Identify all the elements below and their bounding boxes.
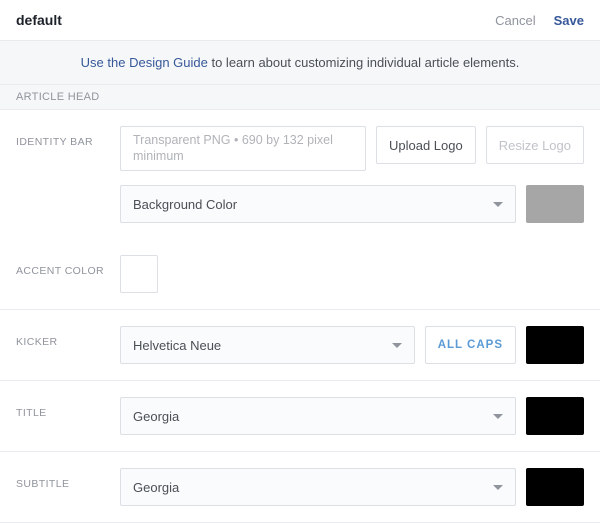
upload-logo-button[interactable]: Upload Logo: [376, 126, 476, 164]
caret-down-icon: [493, 485, 503, 490]
caret-down-icon: [493, 202, 503, 207]
title-font-value: Georgia: [133, 409, 179, 424]
caret-down-icon: [392, 343, 402, 348]
title-font-select[interactable]: Georgia: [120, 397, 516, 435]
kicker-font-select[interactable]: Helvetica Neue: [120, 326, 415, 364]
label-accent-color: Accent Color: [16, 255, 120, 277]
subtitle-font-value: Georgia: [133, 480, 179, 495]
save-button[interactable]: Save: [554, 13, 584, 28]
subtitle-font-select[interactable]: Georgia: [120, 468, 516, 506]
label-title: Title: [16, 397, 120, 419]
style-editor-panel: default Cancel Save Use the Design Guide…: [0, 0, 600, 523]
row-kicker: Kicker Helvetica Neue ALL CAPS: [0, 310, 600, 381]
accent-color-swatch[interactable]: [120, 255, 158, 293]
header-actions: Cancel Save: [495, 13, 584, 28]
kicker-color-swatch[interactable]: [526, 326, 584, 364]
row-title: Title Georgia: [0, 381, 600, 452]
kicker-caps-toggle[interactable]: ALL CAPS: [425, 326, 516, 364]
label-subtitle: Subtitle: [16, 468, 120, 490]
section-header-article-head: Article Head: [0, 85, 600, 110]
label-kicker: Kicker: [16, 326, 120, 348]
row-subtitle: Subtitle Georgia: [0, 452, 600, 523]
header-bar: default Cancel Save: [0, 0, 600, 40]
resize-logo-button: Resize Logo: [486, 126, 584, 164]
banner-text: to learn about customizing individual ar…: [208, 55, 519, 70]
design-guide-banner: Use the Design Guide to learn about cust…: [0, 40, 600, 85]
background-color-select-value: Background Color: [133, 197, 237, 212]
style-name: default: [16, 12, 62, 28]
design-guide-link[interactable]: Use the Design Guide: [81, 55, 208, 70]
row-identity-bar: Identity Bar Transparent PNG • 690 by 13…: [0, 110, 600, 239]
background-color-swatch[interactable]: [526, 185, 584, 223]
kicker-font-value: Helvetica Neue: [133, 338, 221, 353]
caret-down-icon: [493, 414, 503, 419]
cancel-button[interactable]: Cancel: [495, 13, 535, 28]
background-color-select[interactable]: Background Color: [120, 185, 516, 223]
title-color-swatch[interactable]: [526, 397, 584, 435]
label-identity-bar: Identity Bar: [16, 126, 120, 148]
logo-hint: Transparent PNG • 690 by 132 pixel minim…: [120, 126, 366, 171]
row-accent-color: Accent Color: [0, 239, 600, 310]
subtitle-color-swatch[interactable]: [526, 468, 584, 506]
